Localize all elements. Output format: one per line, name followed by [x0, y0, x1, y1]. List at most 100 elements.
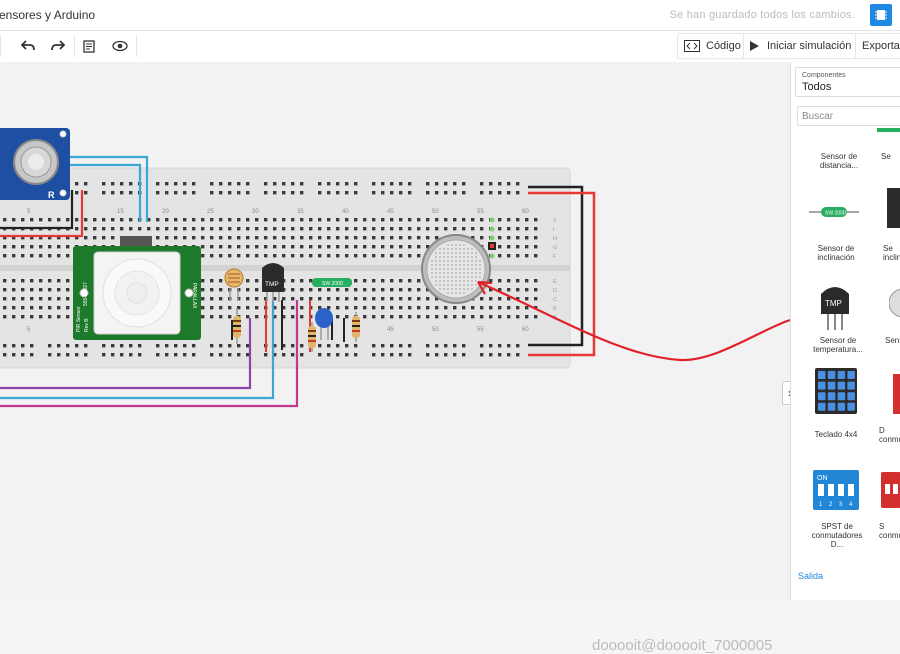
breadboard-hole: [129, 182, 133, 186]
circuit-view-button[interactable]: [870, 4, 892, 26]
mesh-dot: [451, 280, 453, 282]
mesh-dot: [463, 280, 465, 282]
start-simulation-button[interactable]: Iniciar simulación: [743, 33, 859, 59]
breadboard-hole: [174, 344, 178, 348]
mesh-dot: [463, 252, 465, 254]
breadboard-hole: [66, 297, 70, 301]
mesh-dot: [435, 268, 437, 270]
temperature-sensor-icon[interactable]: TMP: [819, 280, 851, 330]
breadboard-hole: [273, 227, 277, 231]
tilt-chip-text: SW 200D: [825, 211, 847, 217]
component-label: Sens: [885, 336, 900, 345]
export-button[interactable]: Exportar: [855, 33, 900, 59]
keypad-key: [847, 381, 855, 390]
components-dropdown[interactable]: Componentes Todos: [795, 67, 900, 97]
breadboard-hole: [237, 254, 241, 258]
breadboard-hole: [246, 236, 250, 240]
breadboard-hole: [246, 182, 250, 186]
breadboard-hole: [3, 245, 7, 249]
component-temperature-sensor[interactable]: Sensor de temperatura...: [811, 336, 865, 354]
component-partial[interactable]: Se: [881, 152, 900, 161]
breadboard-hole: [498, 182, 502, 186]
breadboard-hole: [525, 254, 529, 258]
notes-icon[interactable]: [77, 35, 101, 57]
breadboard-hole: [327, 227, 331, 231]
breadboard-hole: [3, 254, 7, 258]
circuit-canvas[interactable]: 5 15 20 25 30 35 40 45 50 55 60 5 45 50 …: [0, 62, 798, 654]
keypad-icon[interactable]: [815, 368, 857, 414]
breadboard-hole: [66, 288, 70, 292]
breadboard-hole: [399, 344, 403, 348]
breadboard-hole: [471, 315, 475, 319]
breadboard-hole: [318, 344, 322, 348]
component-distance-sensor[interactable]: Sensor de distancia...: [813, 152, 865, 170]
mesh-dot: [435, 276, 437, 278]
ultrasonic-sensor[interactable]: R: [0, 128, 70, 200]
mesh-dot: [459, 256, 461, 258]
breadboard-hole: [534, 297, 538, 301]
breadboard-hole: [336, 254, 340, 258]
breadboard-hole: [120, 218, 124, 222]
breadboard-hole: [66, 254, 70, 258]
mesh-dot: [459, 276, 461, 278]
breadboard-hole: [354, 254, 358, 258]
gas-sensor[interactable]: [421, 234, 491, 304]
breadboard-hole: [120, 227, 124, 231]
component-partial[interactable]: Sens: [885, 336, 900, 345]
pir-sensor[interactable]: 555-28027 PIR Sensor Rev B PARALLAX: [73, 236, 201, 340]
breadboard-hole: [201, 288, 205, 292]
column-label: 60: [522, 209, 529, 215]
breadboard-hole: [102, 182, 106, 186]
breadboard-hole: [237, 344, 241, 348]
breadboard-hole: [498, 315, 502, 319]
breadboard-hole: [201, 315, 205, 319]
mesh-dot: [463, 284, 465, 286]
breadboard-hole: [210, 288, 214, 292]
component-partial[interactable]: D conmuto: [879, 426, 900, 444]
breadboard-hole: [390, 344, 394, 348]
breadboard-hole: [345, 353, 349, 357]
component-partial[interactable]: S conmuta: [879, 522, 900, 540]
breadboard-hole: [408, 191, 412, 195]
component-keypad[interactable]: Teclado 4x4: [811, 430, 861, 439]
mesh-dot: [455, 292, 457, 294]
undo-icon[interactable]: [16, 35, 40, 57]
tilt-sensor[interactable]: SW 200D: [312, 278, 352, 287]
mesh-dot: [475, 284, 477, 286]
breadboard-hole: [417, 227, 421, 231]
breadboard-hole: [12, 254, 16, 258]
breadboard-hole: [264, 182, 268, 186]
mesh-dot: [471, 252, 473, 254]
breadboard-hole: [30, 344, 34, 348]
eye-icon[interactable]: [108, 35, 132, 57]
breadboard-hole: [57, 288, 61, 292]
breadboard-hole: [354, 227, 358, 231]
breadboard-hole: [462, 306, 466, 310]
breadboard-hole: [453, 344, 457, 348]
breadboard-hole: [165, 344, 169, 348]
breadboard-hole: [282, 245, 286, 249]
breadboard-hole: [471, 306, 475, 310]
breadboard-hole: [381, 191, 385, 195]
redo-icon[interactable]: [46, 35, 70, 57]
breadboard-hole: [516, 315, 520, 319]
output-link[interactable]: Salida: [798, 571, 823, 581]
breadboard-hole: [390, 245, 394, 249]
search-input[interactable]: [797, 106, 900, 126]
mesh-dot: [467, 280, 469, 282]
project-title[interactable]: ensores y Arduino: [0, 8, 95, 22]
breadboard-hole: [372, 353, 376, 357]
component-dip-switch[interactable]: SPST de conmutadores D...: [805, 522, 869, 549]
breadboard-hole: [534, 245, 538, 249]
mesh-dot: [435, 280, 437, 282]
mesh-dot: [471, 272, 473, 274]
code-button[interactable]: Código: [677, 33, 748, 59]
breadboard-hole: [426, 236, 430, 240]
dip-switch-icon[interactable]: ON 12 34: [813, 470, 859, 510]
tilt-sensor-icon[interactable]: SW 200D: [809, 202, 859, 222]
breadboard-hole: [381, 306, 385, 310]
component-tilt-sensor[interactable]: Sensor de inclinación: [811, 244, 861, 262]
breadboard-hole: [453, 227, 457, 231]
component-partial[interactable]: Se inclin: [883, 244, 900, 262]
breadboard-hole: [372, 182, 376, 186]
